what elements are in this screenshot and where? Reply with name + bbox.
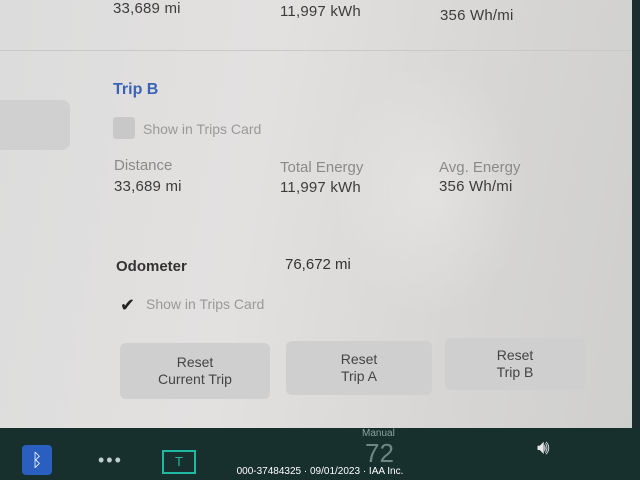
watermark-text: 000-37484325 · 09/01/2023 · IAA Inc.	[236, 466, 404, 477]
odometer-show-checkmark-icon[interactable]: ✔	[120, 295, 135, 316]
top-avg-energy-value: 356 Wh/mi	[440, 7, 514, 24]
reset-current-trip-button[interactable]: Reset Current Trip	[120, 343, 270, 399]
speed-value[interactable]: 72	[365, 438, 394, 469]
trip-b-show-label[interactable]: Show in Trips Card	[143, 121, 261, 137]
section-divider	[0, 50, 632, 51]
odometer-show-label[interactable]: Show in Trips Card	[146, 296, 264, 312]
volume-icon[interactable]: 🔊︎	[537, 437, 550, 460]
reset-trip-a-button[interactable]: Reset Trip A	[286, 341, 432, 395]
odometer-label: Odometer	[116, 258, 187, 275]
trip-b-avg-energy-value: 356 Wh/mi	[439, 178, 513, 195]
trip-b-distance-value: 33,689 mi	[114, 178, 182, 195]
trip-b-distance-label: Distance	[114, 157, 173, 174]
trip-b-show-checkbox[interactable]	[113, 117, 135, 139]
top-energy-value: 11,997 kWh	[280, 3, 361, 20]
odometer-value: 76,672 mi	[285, 256, 351, 273]
trip-b-energy-value: 11,997 kWh	[280, 179, 361, 196]
trips-panel: 33,689 mi 11,997 kWh 356 Wh/mi Trip B Sh…	[0, 0, 632, 428]
trip-b-avg-energy-label: Avg. Energy	[439, 159, 521, 176]
trip-b-title: Trip B	[113, 81, 159, 98]
trip-b-energy-label: Total Energy	[280, 159, 364, 176]
reset-trip-b-button[interactable]: Reset Trip B	[445, 338, 585, 390]
top-distance-value: 33,689 mi	[113, 0, 181, 17]
side-nav-tab[interactable]	[0, 100, 70, 150]
